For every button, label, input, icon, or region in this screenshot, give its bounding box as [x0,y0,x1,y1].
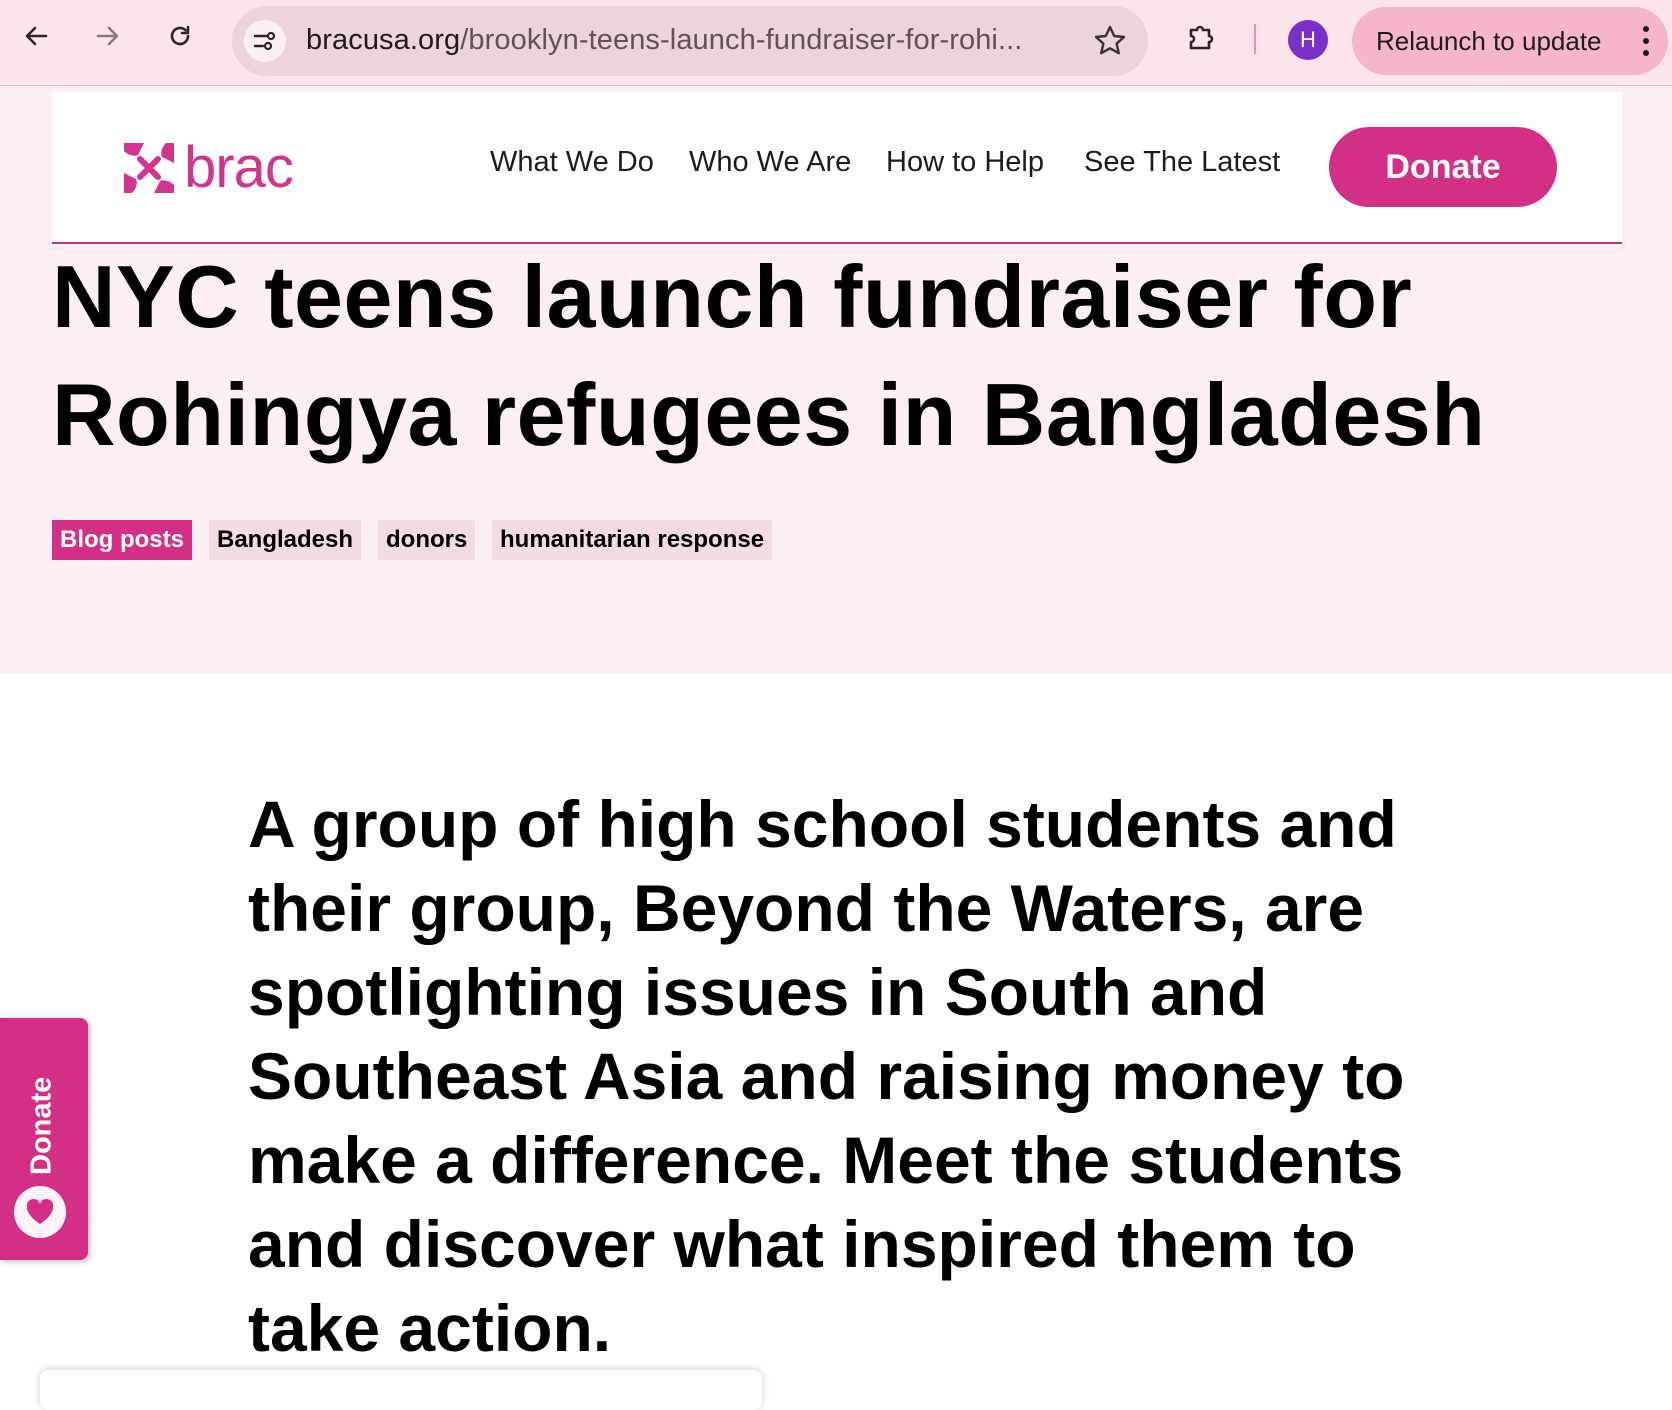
brac-pinwheel-icon [124,142,174,193]
heart-icon [14,1186,66,1238]
site-info-icon[interactable] [244,20,286,62]
article-title: NYC teens launch fundraiser for Rohingya… [52,238,1652,474]
url-domain: bracusa.org [306,24,461,56]
browser-toolbar: bracusa.org/brooklyn-teens-launch-fundra… [0,0,1672,86]
nav-see-the-latest[interactable]: See The Latest [1084,146,1280,179]
floating-donate-tab[interactable]: Donate [0,1018,88,1260]
more-menu-icon[interactable] [1642,23,1650,59]
logo-wordmark: brac [184,135,294,200]
article-intro: A group of high school students and thei… [248,787,1405,1365]
bookmark-star-icon[interactable] [1092,23,1128,59]
url-path: /brooklyn-teens-launch-fundraiser-for-ro… [460,24,1023,56]
tag-bangladesh[interactable]: Bangladesh [209,520,362,560]
back-arrow-icon[interactable] [16,16,56,56]
extensions-puzzle-icon[interactable] [1183,20,1219,56]
url-text: bracusa.org/brooklyn-teens-launch-fundra… [306,24,1022,57]
tag-donors[interactable]: donors [378,520,476,560]
site-header: brac What We Do Who We Are How to Help S… [52,92,1622,244]
floating-donate-label: Donate [25,1076,58,1176]
forward-arrow-icon[interactable] [88,16,128,56]
tag-humanitarian-response[interactable]: humanitarian response [492,520,773,560]
header-donate-button[interactable]: Donate [1329,127,1557,207]
bottom-popup-card [40,1370,762,1410]
address-bar[interactable]: bracusa.org/brooklyn-teens-launch-fundra… [232,6,1148,76]
toolbar-divider [1254,24,1256,54]
nav-what-we-do[interactable]: What We Do [490,146,654,179]
nav-how-to-help[interactable]: How to Help [886,146,1044,179]
reload-icon[interactable] [160,16,200,56]
brac-logo[interactable]: brac [118,134,294,201]
title-line-2: Rohingya refugees in Bangladesh [52,365,1486,464]
nav-who-we-are[interactable]: Who We Are [689,146,851,179]
relaunch-button[interactable]: Relaunch to update [1352,7,1668,75]
profile-avatar[interactable]: H [1288,20,1328,60]
tag-blog-posts[interactable]: Blog posts [52,520,192,560]
relaunch-label: Relaunch to update [1376,26,1602,56]
title-line-1: NYC teens launch fundraiser for [52,247,1413,346]
